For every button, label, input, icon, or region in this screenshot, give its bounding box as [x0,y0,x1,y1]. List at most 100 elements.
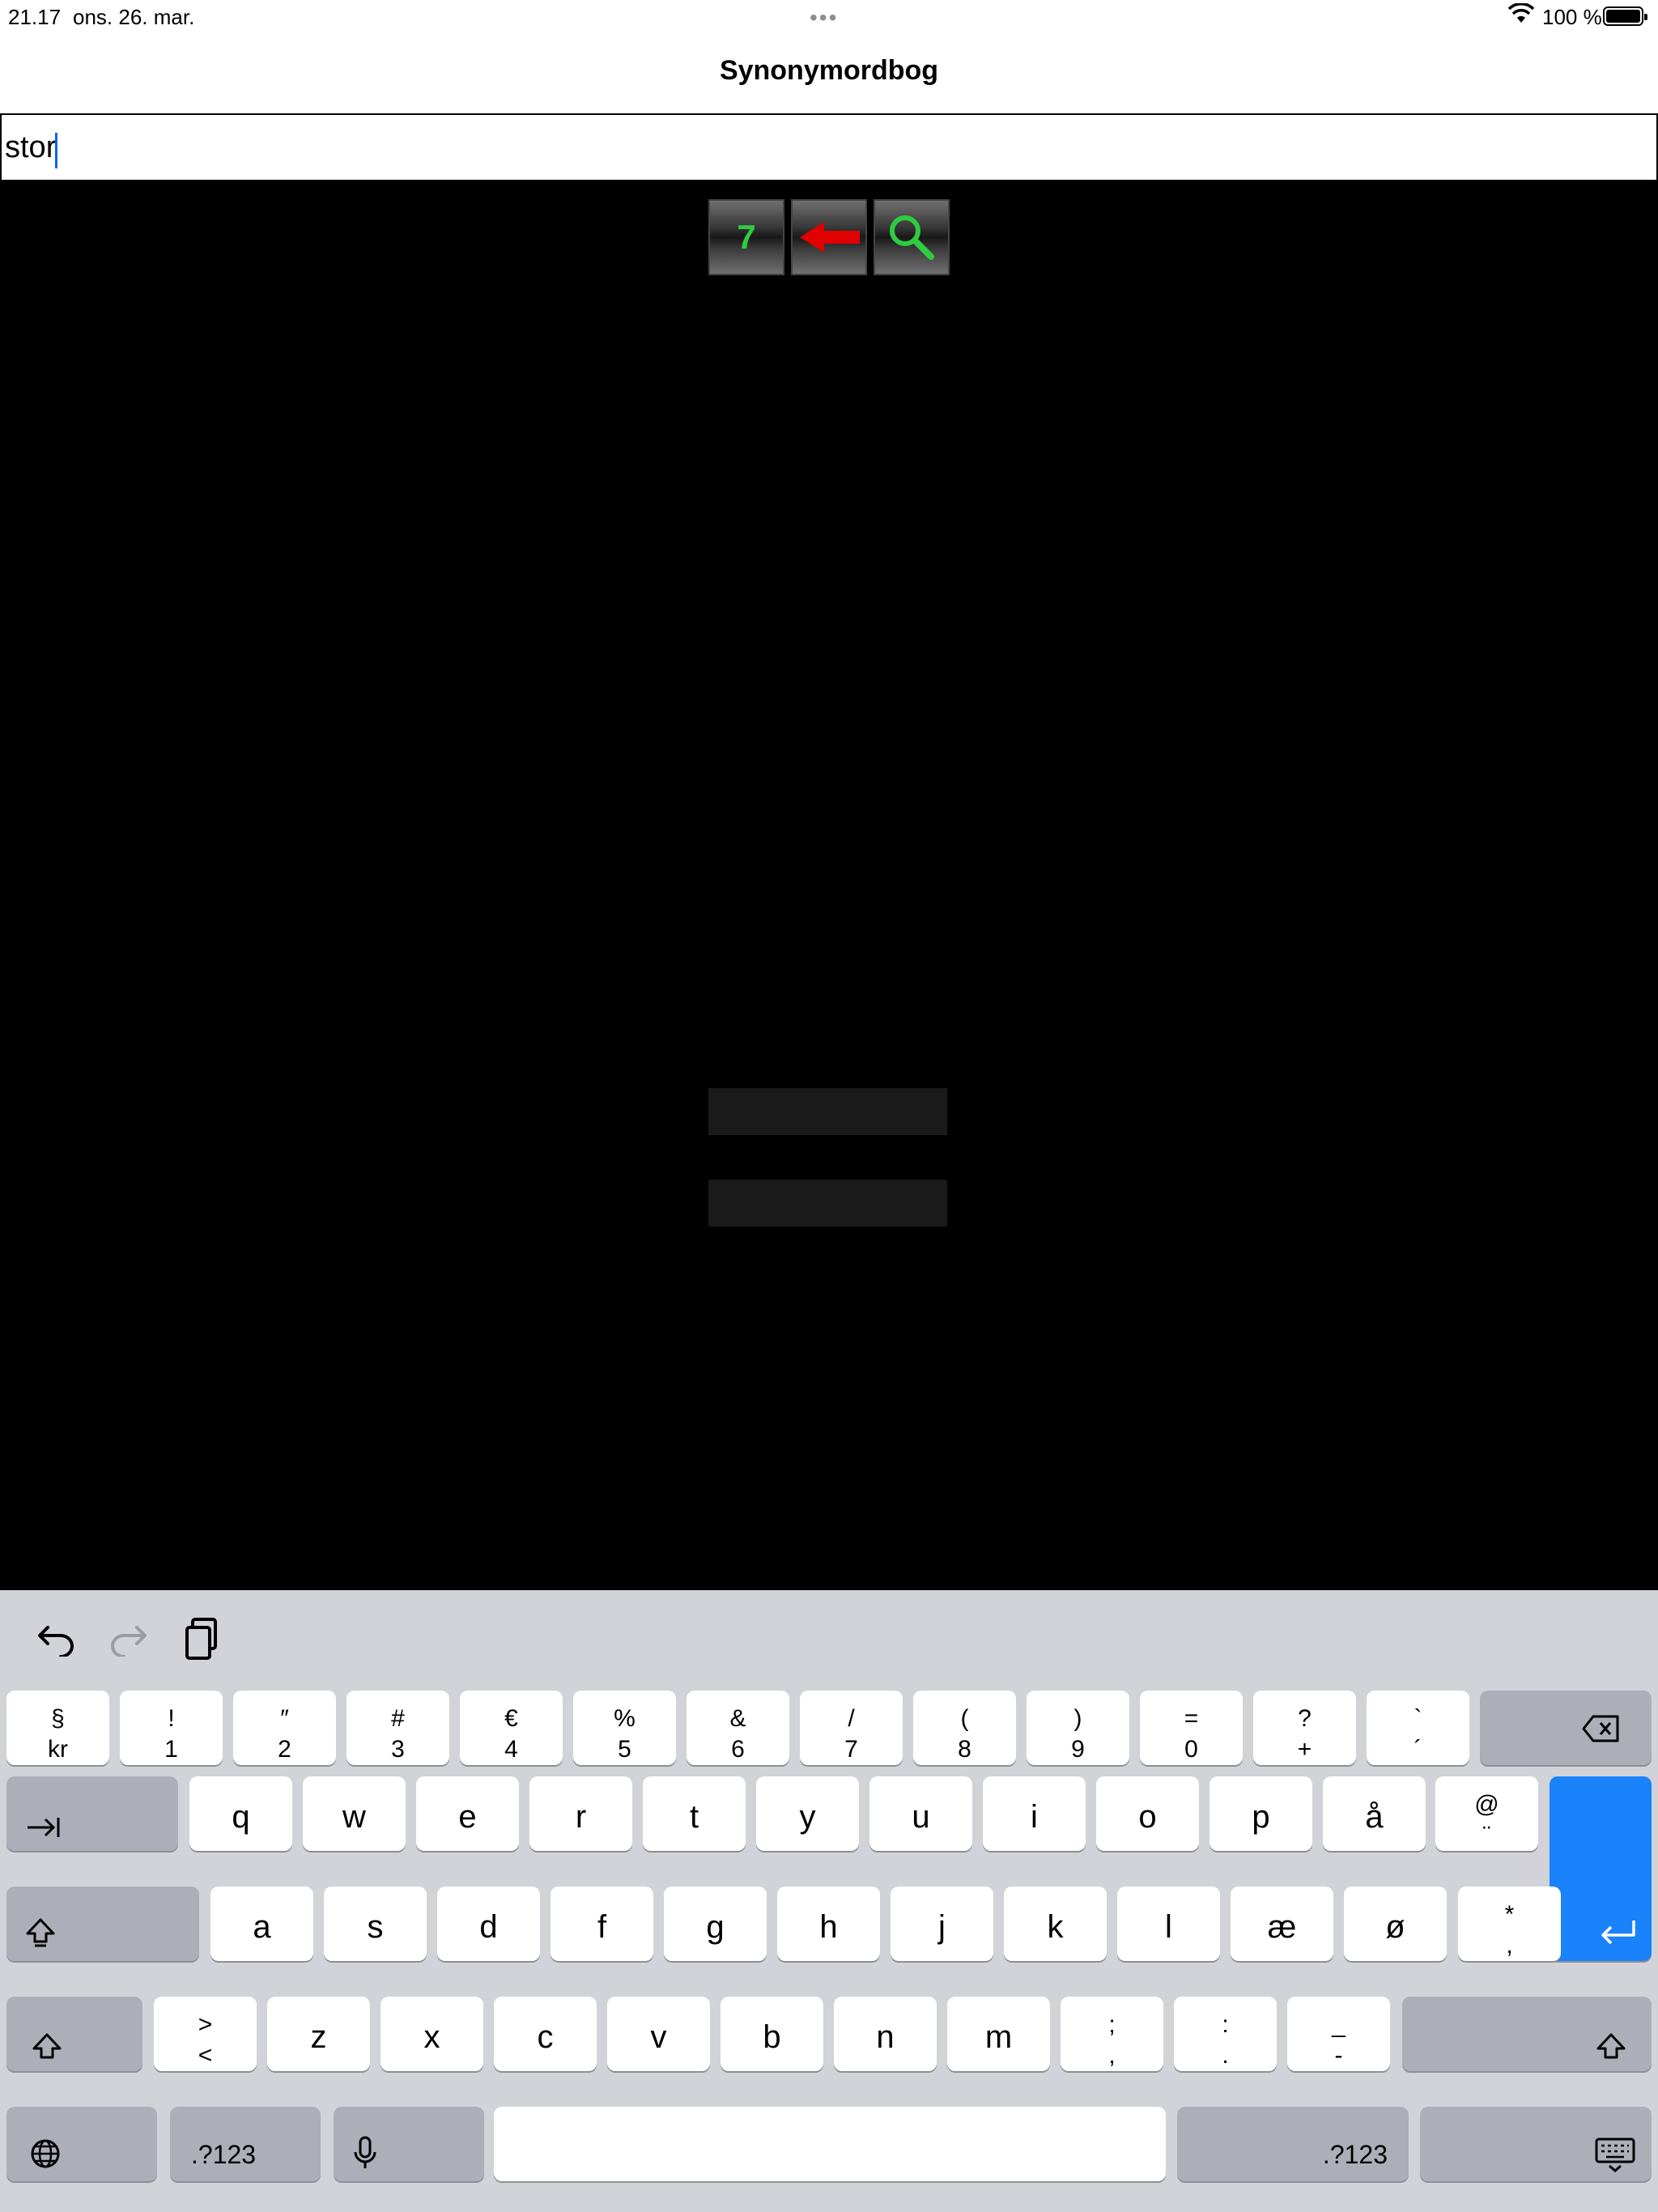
key-row1-12[interactable]: ` ´ [1367,1691,1469,1765]
search-input[interactable] [0,113,1658,181]
status-time: 21.17 [8,5,62,29]
key-w[interactable]: w [303,1776,406,1851]
key-x[interactable]: x [380,1997,483,2071]
key-k[interactable]: k [1004,1887,1107,1961]
result-count-button[interactable]: 7 [708,199,784,275]
key-q[interactable]: q [189,1776,292,1851]
key-ø-label: ø [1385,1909,1405,1945]
key-j[interactable]: j [891,1887,993,1961]
key-punct-0-bottom: , [1108,2042,1116,2069]
globe-icon [31,2139,60,2168]
key-row1-8-top: ( [960,1705,969,1732]
key-d[interactable]: d [437,1887,540,1961]
numbers-key-label: .?123 [191,2140,257,2169]
hide-keyboard-key[interactable] [1420,2107,1652,2181]
key-æ[interactable]: æ [1231,1887,1333,1961]
key-v[interactable]: v [607,1997,710,2071]
key-row1-10-top: = [1184,1705,1199,1732]
delete-button[interactable] [1480,1691,1652,1765]
key-angle-brackets[interactable]: > < [154,1997,257,2071]
status-date: ons. 26. mar. [73,5,195,29]
key-row1-6[interactable]: & 6 [687,1691,789,1765]
key-å[interactable]: å [1323,1776,1426,1851]
key-star[interactable]: * , [1458,1887,1561,1961]
tab-icon [28,1818,60,1837]
multitasking-dots-icon[interactable]: ••• [810,5,838,31]
key-i[interactable]: i [983,1776,1086,1851]
key-punct-2[interactable]: _ - [1287,1997,1390,2071]
key-o[interactable]: o [1096,1776,1199,1851]
key-row1-10[interactable]: = 0 [1140,1691,1243,1765]
key-e-label: e [458,1799,477,1835]
key-row1-8-bottom: 8 [958,1736,971,1763]
globe-key[interactable] [6,2107,157,2181]
numbers-key-left[interactable]: .?123 [170,2107,321,2181]
key-l[interactable]: l [1117,1887,1220,1961]
key-r-label: r [575,1799,587,1835]
dictation-key[interactable] [334,2107,484,2181]
key-y[interactable]: y [756,1776,859,1851]
key-r[interactable]: r [529,1776,632,1851]
key-u[interactable]: u [869,1776,972,1851]
key-p[interactable]: p [1209,1776,1312,1851]
key-at[interactable]: @ ¨ [1435,1776,1538,1851]
key-f[interactable]: f [551,1887,653,1961]
magnifier-icon [890,215,934,260]
key-row1-1[interactable]: ! 1 [120,1691,223,1765]
key-row1-0[interactable]: § kr [6,1691,109,1765]
key-h[interactable]: h [777,1887,880,1961]
key-row1-7[interactable]: /7 [800,1691,903,1765]
key-t[interactable]: t [643,1776,746,1851]
caps-lock-key[interactable] [6,1887,199,1961]
paste-icon[interactable] [178,1614,227,1663]
tab-key[interactable] [6,1776,178,1851]
key-row1-5-top: % [614,1705,636,1732]
wifi-icon [1508,3,1534,23]
back-button[interactable] [791,199,867,275]
key-g[interactable]: g [664,1887,767,1961]
key-e[interactable]: e [416,1776,519,1851]
key-row1-4[interactable]: €4 [460,1691,563,1765]
undo-icon[interactable] [32,1614,81,1663]
key-w-label: w [342,1799,366,1835]
key-punct-2-bottom: - [1334,2042,1343,2069]
key-ø[interactable]: ø [1344,1887,1447,1961]
key-row1-1-top: ! [168,1705,175,1732]
key-k-label: k [1047,1909,1064,1945]
key-t-label: t [689,1799,699,1835]
key-row1-9-bottom: 9 [1071,1736,1085,1763]
key-n-label: n [876,2019,895,2055]
key-row1-8[interactable]: (8 [913,1691,1016,1765]
key-s[interactable]: s [324,1887,427,1961]
key-row1-4-bottom: 4 [504,1736,518,1763]
key-c[interactable]: c [494,1997,597,2071]
shift-key-right[interactable] [1402,1997,1652,2071]
key-row1-10-bottom: 0 [1184,1736,1198,1763]
search-button[interactable] [874,199,950,275]
key-n[interactable]: n [834,1997,937,2071]
key-b[interactable]: b [721,1997,823,2071]
top-bar: 21.17 ons. 26. mar. ••• 100 % Synonymord… [0,0,1658,113]
key-row1-5[interactable]: % 5 [573,1691,676,1765]
key-c-label: c [537,2019,554,2055]
key-row1-2[interactable]: ″ 2 [233,1691,336,1765]
return-key[interactable] [1550,1776,1652,1961]
key-punct-1[interactable]: :. [1174,1997,1277,2071]
shift-key-left[interactable] [6,1997,142,2071]
key-punct-0[interactable]: ;, [1061,1997,1163,2071]
key-at-bottom: ¨ [1482,1822,1491,1848]
key-row1-0-top: § [51,1705,65,1732]
key-z[interactable]: z [267,1997,370,2071]
key-row1-2-top: ″ [280,1705,289,1732]
key-row1-3[interactable]: #3 [346,1691,449,1765]
key-row1-11[interactable]: ? + [1253,1691,1356,1765]
key-h-label: h [819,1909,838,1945]
key-m[interactable]: m [947,1997,1050,2071]
key-row1-9[interactable]: ) 9 [1027,1691,1129,1765]
numbers-key-right[interactable]: .?123 [1177,2107,1409,2181]
return-icon [1601,1921,1635,1945]
space-key[interactable] [494,2107,1166,2181]
key-row1-12-bottom: ´ [1414,1736,1422,1763]
key-a[interactable]: a [210,1887,313,1961]
redo-icon[interactable] [104,1614,152,1663]
